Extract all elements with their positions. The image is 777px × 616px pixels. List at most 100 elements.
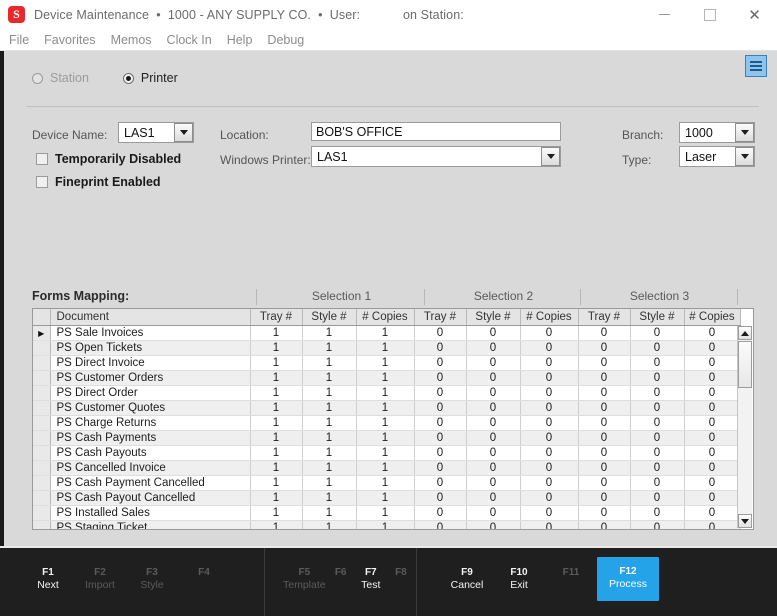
function-key-f9[interactable]: F9 Cancel — [441, 566, 493, 592]
cell-value[interactable]: 0 — [684, 400, 741, 416]
column-header-s1-style[interactable]: Style # — [302, 309, 357, 326]
cell-value[interactable]: 0 — [414, 385, 467, 401]
column-header-document[interactable]: Document — [50, 309, 251, 326]
cell-value[interactable]: 1 — [250, 460, 303, 476]
cell-value[interactable]: 1 — [356, 520, 415, 529]
cell-value[interactable]: 0 — [684, 505, 741, 521]
function-key-f11[interactable]: F11 — [545, 566, 597, 579]
table-row[interactable]: ▶ PS Sale Invoices 1 1 1 0 0 0 0 0 0 — [33, 325, 741, 341]
cell-value[interactable]: 0 — [520, 520, 579, 529]
row-marker[interactable] — [33, 445, 51, 461]
cell-value[interactable]: 1 — [250, 340, 303, 356]
cell-value[interactable]: 1 — [356, 385, 415, 401]
cell-value[interactable]: 0 — [466, 520, 521, 529]
cell-value[interactable]: 0 — [414, 400, 467, 416]
row-marker[interactable] — [33, 415, 51, 431]
cell-value[interactable]: 0 — [520, 445, 579, 461]
function-key-f6[interactable]: F6 — [326, 566, 356, 579]
cell-value[interactable]: 1 — [356, 325, 415, 341]
chevron-down-icon[interactable] — [541, 147, 560, 166]
cell-value[interactable]: 0 — [684, 490, 741, 506]
cell-value[interactable]: 0 — [466, 490, 521, 506]
cell-value[interactable]: 0 — [520, 475, 579, 491]
function-key-f7[interactable]: F7 Test — [356, 566, 386, 592]
cell-value[interactable]: 0 — [630, 460, 685, 476]
row-marker[interactable] — [33, 400, 51, 416]
cell-value[interactable]: 0 — [466, 385, 521, 401]
cell-value[interactable]: 1 — [250, 400, 303, 416]
column-header-s1-tray[interactable]: Tray # — [250, 309, 303, 326]
row-marker[interactable] — [33, 505, 51, 521]
cell-value[interactable]: 0 — [578, 385, 631, 401]
table-row[interactable]: PS Installed Sales 1 1 1 0 0 0 0 0 0 — [33, 505, 741, 521]
temporarily-disabled-checkbox-row[interactable]: Temporarily Disabled — [36, 152, 181, 166]
cell-value[interactable]: 0 — [466, 415, 521, 431]
cell-value[interactable]: 1 — [302, 415, 357, 431]
menu-item-file[interactable]: File — [9, 33, 29, 47]
cell-value[interactable]: 1 — [356, 475, 415, 491]
cell-value[interactable]: 1 — [356, 460, 415, 476]
close-button[interactable]: ✕ — [732, 0, 777, 29]
cell-value[interactable]: 0 — [578, 460, 631, 476]
cell-value[interactable]: 0 — [414, 475, 467, 491]
cell-value[interactable]: 0 — [578, 430, 631, 446]
cell-value[interactable]: 0 — [578, 490, 631, 506]
cell-value[interactable]: 0 — [578, 520, 631, 529]
cell-document[interactable]: PS Direct Order — [50, 385, 251, 401]
row-marker[interactable] — [33, 370, 51, 386]
cell-value[interactable]: 0 — [684, 325, 741, 341]
cell-value[interactable]: 1 — [302, 430, 357, 446]
cell-value[interactable]: 0 — [414, 520, 467, 529]
cell-value[interactable]: 0 — [684, 355, 741, 371]
cell-value[interactable]: 1 — [250, 505, 303, 521]
cell-value[interactable]: 0 — [630, 475, 685, 491]
cell-value[interactable]: 1 — [356, 415, 415, 431]
menu-item-help[interactable]: Help — [227, 33, 253, 47]
table-row[interactable]: PS Staging Ticket 1 1 1 0 0 0 0 0 0 — [33, 520, 741, 529]
cell-document[interactable]: PS Sale Invoices — [50, 325, 251, 341]
cell-value[interactable]: 0 — [684, 415, 741, 431]
cell-value[interactable]: 0 — [466, 505, 521, 521]
fineprint-enabled-checkbox-row[interactable]: Fineprint Enabled — [36, 175, 161, 189]
cell-value[interactable]: 0 — [684, 340, 741, 356]
cell-value[interactable]: 0 — [684, 520, 741, 529]
cell-value[interactable]: 1 — [302, 520, 357, 529]
cell-value[interactable]: 1 — [302, 505, 357, 521]
cell-document[interactable]: PS Customer Quotes — [50, 400, 251, 416]
cell-value[interactable]: 0 — [466, 430, 521, 446]
scroll-up-button[interactable] — [738, 326, 752, 340]
windows-printer-combo[interactable]: LAS1 — [311, 146, 561, 167]
cell-value[interactable]: 0 — [414, 340, 467, 356]
function-key-f5[interactable]: F5 Template — [283, 566, 326, 592]
column-header-s1-copies[interactable]: # Copies — [356, 309, 415, 326]
cell-value[interactable]: 0 — [630, 355, 685, 371]
cell-value[interactable]: 0 — [684, 385, 741, 401]
cell-value[interactable]: 1 — [356, 370, 415, 386]
cell-value[interactable]: 0 — [414, 430, 467, 446]
cell-value[interactable]: 0 — [520, 370, 579, 386]
cell-value[interactable]: 1 — [302, 400, 357, 416]
cell-value[interactable]: 0 — [520, 430, 579, 446]
cell-value[interactable]: 0 — [466, 400, 521, 416]
cell-value[interactable]: 0 — [466, 370, 521, 386]
column-header-s2-tray[interactable]: Tray # — [414, 309, 467, 326]
cell-value[interactable]: 1 — [356, 505, 415, 521]
table-row[interactable]: PS Open Tickets 1 1 1 0 0 0 0 0 0 — [33, 340, 741, 356]
cell-document[interactable]: PS Cash Payments — [50, 430, 251, 446]
cell-value[interactable]: 0 — [414, 460, 467, 476]
row-marker[interactable] — [33, 430, 51, 446]
cell-value[interactable]: 1 — [356, 355, 415, 371]
radio-station-icon[interactable] — [32, 72, 43, 84]
cell-value[interactable]: 1 — [250, 385, 303, 401]
cell-value[interactable]: 0 — [578, 400, 631, 416]
table-row[interactable]: PS Cash Payout Cancelled 1 1 1 0 0 0 0 0 0 — [33, 490, 741, 506]
cell-value[interactable]: 0 — [578, 370, 631, 386]
temporarily-disabled-checkbox[interactable] — [36, 153, 48, 165]
column-header-s2-style[interactable]: Style # — [466, 309, 521, 326]
cell-value[interactable]: 0 — [466, 355, 521, 371]
cell-value[interactable]: 1 — [356, 430, 415, 446]
row-marker[interactable] — [33, 385, 51, 401]
cell-document[interactable]: PS Open Tickets — [50, 340, 251, 356]
function-key-f12[interactable]: F12 Process — [597, 557, 659, 601]
row-marker[interactable] — [33, 520, 51, 529]
